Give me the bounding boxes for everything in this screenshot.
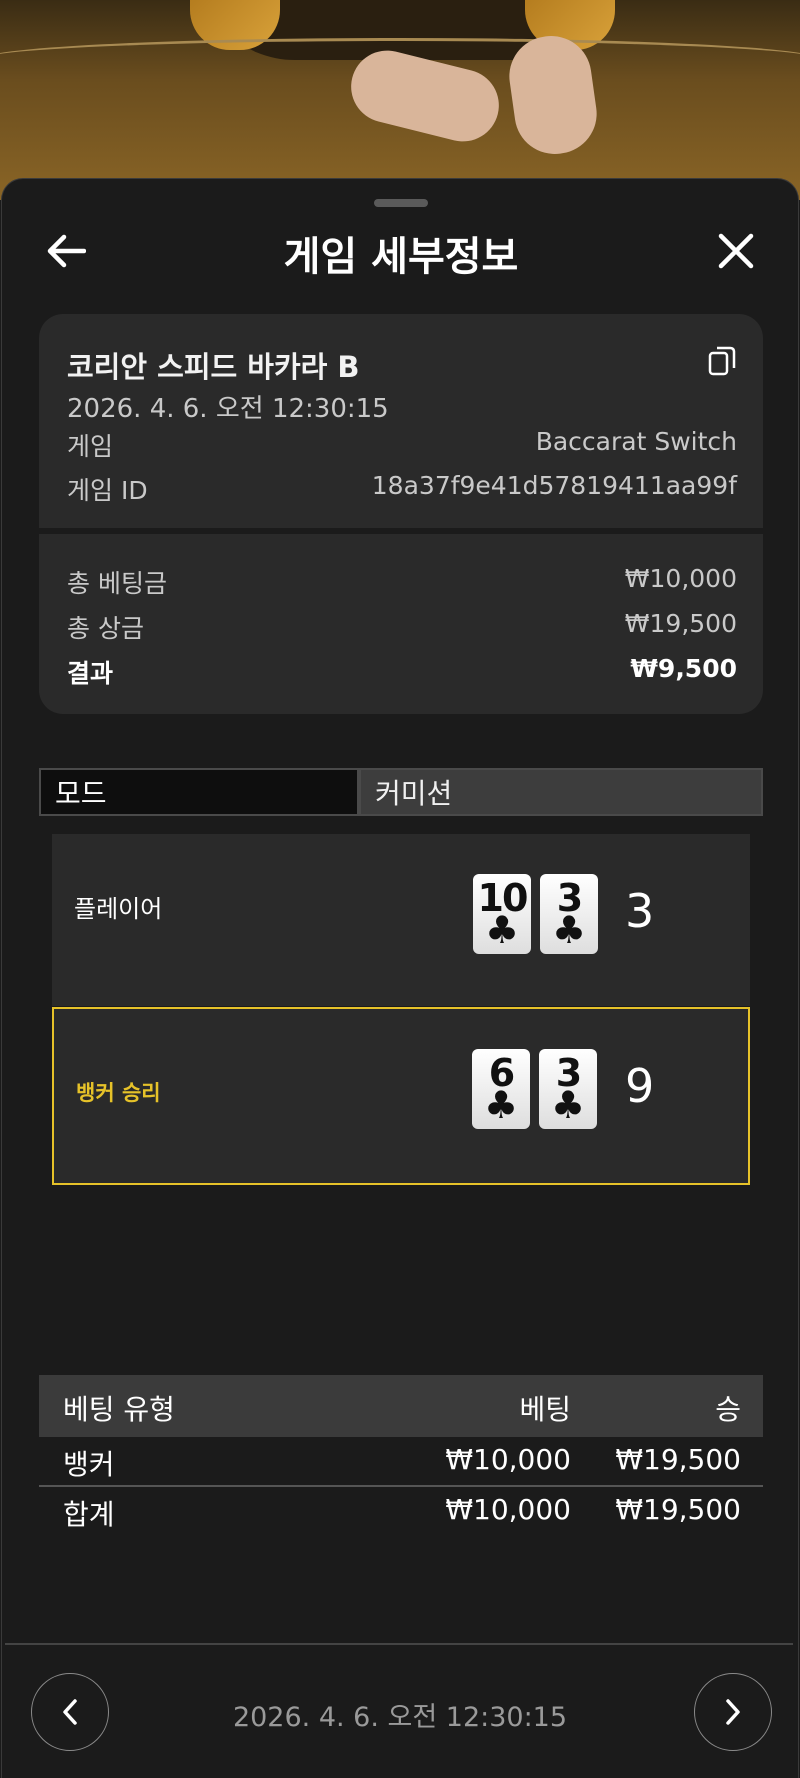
row-win: ₩19,500 [615, 1443, 741, 1476]
player-label: 플레이어 [74, 895, 163, 923]
player-score: 3 [625, 884, 655, 938]
copy-icon [708, 346, 736, 376]
bets-table: 베팅 유형 베팅 승 뱅커 ₩10,000 ₩19,500 합계 ₩10,000… [39, 1375, 763, 1535]
mode-tabs: 모드 커미션 [39, 768, 763, 816]
banker-win-label: 뱅커 승리 [76, 1081, 161, 1105]
game-label: 게임 [67, 432, 114, 461]
game-value: Baccarat Switch [535, 427, 737, 456]
banker-card-2: 3 ♣ [539, 1049, 597, 1129]
banker-hand: 뱅커 승리 6 ♣ 3 ♣ 9 [52, 1007, 750, 1185]
table-name: 코리안 스피드 바카라 B [67, 350, 360, 384]
header-bet: 베팅 [519, 1393, 571, 1426]
page-title: 게임 세부정보 [283, 234, 519, 280]
clubs-icon: ♣ [484, 908, 520, 952]
copy-button[interactable] [707, 344, 737, 378]
row-bet-type: 뱅커 [63, 1448, 115, 1481]
close-button[interactable] [708, 223, 764, 279]
row-bet: ₩10,000 [445, 1443, 571, 1476]
game-details-sheet: 게임 세부정보 코리안 스피드 바카라 B 2026. 4. 6. 오전 12:… [1, 178, 799, 1778]
tab-commission[interactable]: 커미션 [359, 768, 763, 816]
total-type: 합계 [63, 1498, 115, 1531]
clubs-icon: ♣ [551, 908, 587, 952]
total-win-label: 총 상금 [67, 614, 144, 643]
table-row: 뱅커 ₩10,000 ₩19,500 [39, 1437, 763, 1487]
header-bet-type: 베팅 유형 [63, 1393, 175, 1426]
chevron-right-icon [726, 1699, 740, 1725]
game-datetime: 2026. 4. 6. 오전 12:30:15 [67, 394, 389, 424]
clubs-icon: ♣ [550, 1083, 586, 1127]
player-card-2: 3 ♣ [540, 874, 598, 954]
game-info-card: 코리안 스피드 바카라 B 2026. 4. 6. 오전 12:30:15 게임… [39, 314, 763, 714]
footer-datetime: 2026. 4. 6. 오전 12:30:15 [232, 1702, 568, 1733]
clubs-icon: ♣ [483, 1083, 519, 1127]
table-header: 베팅 유형 베팅 승 [39, 1375, 763, 1437]
result-value: ₩9,500 [630, 654, 737, 683]
player-card-1: 10 ♣ [473, 874, 531, 954]
live-video-background [0, 0, 800, 200]
total-bet-value: ₩10,000 [624, 564, 737, 593]
result-label: 결과 [67, 659, 114, 688]
table-total-row: 합계 ₩10,000 ₩19,500 [39, 1487, 763, 1535]
close-icon [718, 233, 754, 269]
banker-score: 9 [625, 1059, 655, 1113]
header-win: 승 [715, 1393, 741, 1426]
total-bet: ₩10,000 [445, 1493, 571, 1526]
next-round-button[interactable] [694, 1673, 772, 1751]
total-win: ₩19,500 [615, 1493, 741, 1526]
total-win-value: ₩19,500 [624, 609, 737, 638]
game-id-value: 18a37f9e41d57819411aa99f [371, 471, 737, 500]
player-hand: 플레이어 10 ♣ 3 ♣ 3 [52, 834, 750, 1006]
card-divider [39, 528, 763, 534]
game-id-label: 게임 ID [67, 476, 148, 505]
banker-card-1: 6 ♣ [472, 1049, 530, 1129]
total-bet-label: 총 베팅금 [67, 569, 167, 598]
tab-mode[interactable]: 모드 [39, 768, 359, 816]
drag-handle[interactable] [374, 199, 428, 207]
footer-divider [5, 1643, 793, 1645]
